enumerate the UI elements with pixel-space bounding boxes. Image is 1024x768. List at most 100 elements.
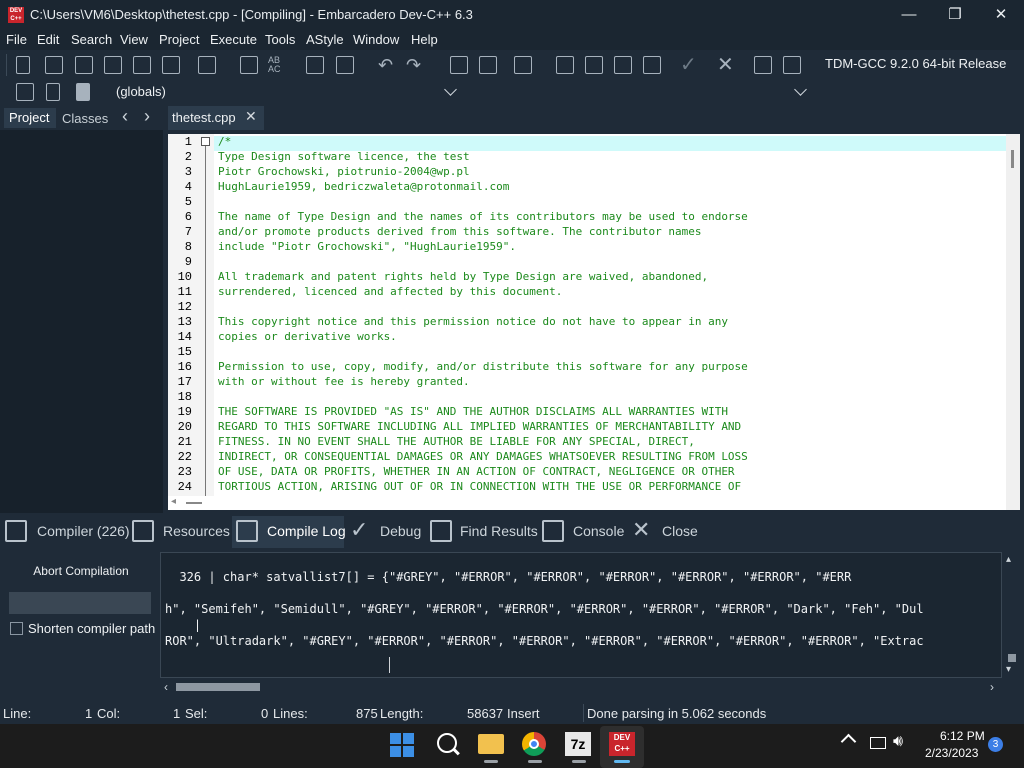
close-file-icon[interactable] bbox=[133, 56, 151, 74]
line-number: 16 bbox=[177, 360, 192, 374]
fold-toggle-icon[interactable] bbox=[201, 137, 210, 146]
maximize-button[interactable]: ❐ bbox=[932, 0, 978, 30]
menu-help[interactable]: Help bbox=[411, 32, 438, 47]
print-icon[interactable] bbox=[198, 56, 216, 74]
menu-edit[interactable]: Edit bbox=[37, 32, 59, 47]
log-vertical-scrollbar[interactable]: ▴ ▾ bbox=[1004, 552, 1020, 678]
check-icon[interactable]: ✓ bbox=[350, 519, 372, 542]
minimize-button[interactable]: — bbox=[886, 0, 932, 30]
tab-prev-arrow-icon[interactable]: ‹ bbox=[122, 106, 128, 127]
tab-compile-log[interactable]: Compile Log bbox=[267, 523, 346, 539]
insert-icon[interactable] bbox=[16, 83, 34, 101]
windows-start-icon[interactable] bbox=[390, 733, 414, 757]
scroll-right-icon[interactable]: › bbox=[990, 680, 994, 694]
menu-search[interactable]: Search bbox=[71, 32, 112, 47]
editor-horizontal-scrollbar[interactable] bbox=[168, 496, 1006, 510]
menu-window[interactable]: Window bbox=[353, 32, 399, 47]
console-icon[interactable] bbox=[542, 520, 564, 542]
clock-date[interactable]: 2/23/2023 bbox=[925, 746, 978, 760]
class-browser-icon[interactable] bbox=[614, 56, 632, 74]
profile-icon[interactable] bbox=[754, 56, 772, 74]
tab-close[interactable]: Close bbox=[662, 523, 698, 539]
file-explorer-icon[interactable] bbox=[478, 734, 504, 754]
tab-debug[interactable]: Debug bbox=[380, 523, 421, 539]
line-number: 5 bbox=[184, 195, 192, 209]
tab-classes[interactable]: Classes bbox=[62, 111, 108, 126]
project-options-icon[interactable] bbox=[585, 56, 603, 74]
search-doc-icon[interactable] bbox=[430, 520, 452, 542]
close-all-icon[interactable] bbox=[162, 56, 180, 74]
notification-badge[interactable]: 3 bbox=[988, 737, 1003, 752]
close-tab-icon[interactable]: ✕ bbox=[245, 108, 257, 125]
tab-next-arrow-icon[interactable]: › bbox=[144, 106, 150, 127]
code-line: INDIRECT, OR CONSEQUENTIAL DAMAGES OR AN… bbox=[218, 450, 748, 463]
line-number: 24 bbox=[177, 480, 192, 494]
bar-chart-icon[interactable] bbox=[236, 520, 258, 542]
comment-icon[interactable] bbox=[514, 56, 532, 74]
line-number: 14 bbox=[177, 330, 192, 344]
editor-vertical-scrollbar[interactable] bbox=[1006, 134, 1020, 510]
stop-icon[interactable]: ✕ bbox=[717, 55, 735, 75]
editor-hscroll-thumb[interactable] bbox=[186, 502, 202, 504]
code-editor[interactable]: 1 /* 2 Type Design software licence, the te… bbox=[168, 134, 1020, 510]
goto-bookmark-icon[interactable] bbox=[76, 83, 90, 101]
redo-icon[interactable]: ↷ bbox=[406, 56, 424, 74]
new-project-icon[interactable] bbox=[556, 56, 574, 74]
check-syntax-icon[interactable]: ✓ bbox=[680, 55, 698, 75]
7zip-icon[interactable]: 7z bbox=[565, 732, 591, 756]
shorten-path-label: Shorten compiler path bbox=[28, 621, 156, 636]
log-vscroll-thumb[interactable] bbox=[1008, 654, 1016, 662]
scroll-left-icon[interactable]: ‹ bbox=[164, 680, 168, 694]
status-message: Done parsing in 5.062 seconds bbox=[587, 706, 767, 721]
menu-execute[interactable]: Execute bbox=[210, 32, 257, 47]
volume-icon[interactable]: 🔊︎ bbox=[893, 733, 903, 751]
scroll-left-icon[interactable]: ◂ bbox=[171, 496, 176, 507]
layout-icon[interactable] bbox=[643, 56, 661, 74]
replace-icon[interactable]: AB AC bbox=[268, 56, 286, 74]
menu-tools[interactable]: Tools bbox=[265, 32, 295, 47]
close-window-button[interactable]: ✕ bbox=[978, 0, 1024, 30]
close-icon[interactable]: ✕ bbox=[632, 519, 654, 542]
scroll-up-icon[interactable]: ▴ bbox=[1006, 554, 1011, 565]
open-folder-icon[interactable] bbox=[45, 56, 63, 74]
compile-log-output[interactable]: 326 | char* satvallist7[] = {"#GREY", "#… bbox=[160, 552, 1002, 678]
tab-find-results[interactable]: Find Results bbox=[460, 523, 538, 539]
scroll-down-icon[interactable]: ▾ bbox=[1006, 664, 1011, 675]
find-icon[interactable] bbox=[240, 56, 258, 74]
tab-project[interactable]: Project bbox=[4, 108, 56, 128]
tab-resources[interactable]: Resources bbox=[163, 523, 230, 539]
editor-vscroll-thumb[interactable] bbox=[1011, 150, 1014, 168]
line-number: 9 bbox=[184, 255, 192, 269]
log-horizontal-scrollbar[interactable] bbox=[160, 680, 1002, 694]
menu-project[interactable]: Project bbox=[159, 32, 199, 47]
log-hscroll-thumb[interactable] bbox=[176, 683, 260, 691]
compiler-set-selector[interactable]: TDM-GCC 9.2.0 64-bit Release bbox=[825, 56, 1006, 71]
new-file-icon[interactable] bbox=[16, 56, 30, 74]
unindent-icon[interactable] bbox=[479, 56, 497, 74]
devcpp-icon[interactable]: DEV C++ bbox=[609, 732, 635, 756]
line-number: 18 bbox=[177, 390, 192, 404]
goto-line-icon[interactable] bbox=[306, 56, 324, 74]
abort-compilation-button[interactable]: Abort Compilation bbox=[8, 556, 154, 586]
tab-compiler[interactable]: Compiler (226) bbox=[37, 523, 130, 539]
menu-file[interactable]: File bbox=[6, 32, 27, 47]
shorten-path-checkbox[interactable] bbox=[10, 622, 23, 635]
project-tree-panel[interactable] bbox=[0, 130, 163, 513]
tab-console[interactable]: Console bbox=[573, 523, 624, 539]
save-icon[interactable] bbox=[75, 56, 93, 74]
clock-time[interactable]: 6:12 PM bbox=[940, 729, 985, 743]
delete-profile-icon[interactable] bbox=[783, 56, 801, 74]
grid-icon[interactable] bbox=[5, 520, 27, 542]
status-line-value: 1 bbox=[85, 706, 93, 721]
network-icon[interactable] bbox=[870, 737, 886, 749]
menu-astyle[interactable]: AStyle bbox=[306, 32, 344, 47]
line-number: 19 bbox=[177, 405, 192, 419]
menu-view[interactable]: View bbox=[120, 32, 148, 47]
save-all-icon[interactable] bbox=[104, 56, 122, 74]
resources-icon[interactable] bbox=[132, 520, 154, 542]
toggle-bookmark-icon[interactable] bbox=[336, 56, 354, 74]
undo-icon[interactable]: ↶ bbox=[378, 56, 396, 74]
indent-icon[interactable] bbox=[450, 56, 468, 74]
bookmark-icon[interactable] bbox=[46, 83, 60, 101]
scope-combo[interactable] bbox=[110, 82, 810, 102]
